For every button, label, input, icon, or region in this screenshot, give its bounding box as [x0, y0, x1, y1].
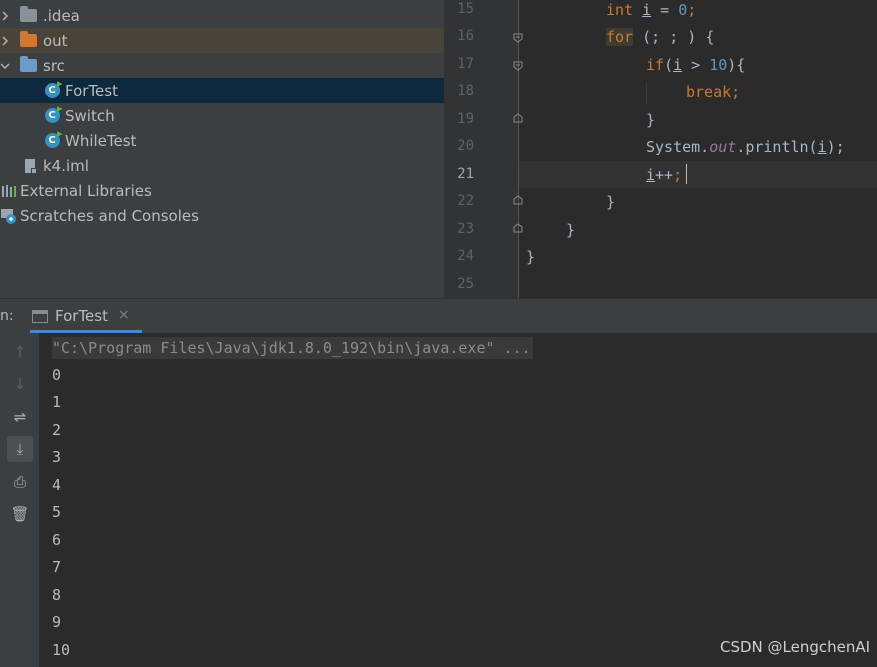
- console-command-line: "C:\Program Files\Java\jdk1.8.0_192\bin\…: [52, 337, 533, 359]
- java-class-icon: C: [43, 107, 61, 125]
- project-tree: .idea out src C ForTest C Switch C While…: [0, 0, 444, 298]
- run-panel-header: n: ForTest ×: [0, 298, 877, 334]
- console-output-line: 7: [52, 558, 62, 576]
- console-output[interactable]: "C:\Program Files\Java\jdk1.8.0_192\bin\…: [39, 333, 877, 667]
- tree-item-label: .idea: [43, 6, 80, 25]
- line-number: 23: [457, 221, 474, 237]
- tree-item-label: WhileTest: [65, 131, 137, 150]
- tree-item-label: src: [43, 56, 65, 75]
- libraries-icon: [0, 182, 18, 200]
- fold-end-icon[interactable]: [513, 113, 523, 123]
- console-output-line: 2: [52, 421, 62, 439]
- line-number: 19: [457, 111, 474, 127]
- tree-item-src[interactable]: src: [0, 53, 444, 78]
- tree-item-label: External Libraries: [20, 181, 152, 200]
- folder-icon: [19, 31, 37, 50]
- code-line-17: if(i > 10){: [646, 56, 746, 74]
- print-icon[interactable]: ⎙: [7, 469, 33, 495]
- console-output-line: 0: [52, 366, 62, 384]
- indent-guide: [646, 82, 647, 104]
- tree-item-label: out: [43, 31, 68, 50]
- run-tab-label: ForTest: [55, 307, 108, 325]
- console-output-line: 3: [52, 448, 62, 466]
- code-line-19: }: [646, 111, 656, 129]
- code-line-16: for (; ; ) {: [606, 28, 715, 46]
- code-line-23: }: [566, 221, 576, 239]
- tree-item-label: Scratches and Consoles: [20, 206, 199, 225]
- tree-item-switch[interactable]: C Switch: [0, 103, 444, 128]
- tree-item-fortest[interactable]: C ForTest: [0, 78, 444, 103]
- run-tab-fortest[interactable]: ForTest ×: [30, 299, 142, 333]
- code-editor[interactable]: 15 16 17 18 19 20 21 22 23 24 25 int i =…: [444, 0, 877, 298]
- code-line-22: }: [606, 193, 616, 211]
- code-line-24: }: [526, 248, 536, 266]
- chevron-down-icon[interactable]: [0, 61, 10, 71]
- code-line-15: int i = 0;: [606, 1, 697, 19]
- fold-end-icon[interactable]: [513, 223, 523, 233]
- console-icon: [32, 310, 48, 323]
- up-arrow-icon[interactable]: ↑: [7, 339, 33, 365]
- chevron-right-icon[interactable]: [0, 35, 10, 46]
- console-output-line: 10: [52, 641, 71, 659]
- line-number: 20: [457, 138, 474, 154]
- line-number-current: 21: [457, 166, 474, 182]
- fold-end-icon[interactable]: [513, 195, 523, 205]
- tree-item-out[interactable]: out: [0, 28, 444, 53]
- tree-item-k4-iml[interactable]: k4.iml: [0, 153, 444, 178]
- tree-item-label: ForTest: [65, 81, 118, 100]
- current-line-highlight: [519, 161, 877, 188]
- console-output-line: 9: [52, 613, 62, 631]
- tree-item-label: k4.iml: [43, 156, 89, 175]
- run-panel-title: n:: [0, 308, 14, 324]
- folder-icon: [19, 56, 37, 75]
- java-class-icon: C: [43, 82, 61, 100]
- tree-item-label: Switch: [65, 106, 115, 125]
- fold-open-icon[interactable]: [513, 33, 523, 43]
- console-output-line: 5: [52, 503, 62, 521]
- line-number: 18: [457, 83, 474, 99]
- folder-icon: [19, 6, 37, 25]
- line-number: 25: [457, 276, 474, 292]
- chevron-right-icon[interactable]: [0, 10, 10, 21]
- console-output-line: 8: [52, 586, 62, 604]
- line-number: 24: [457, 248, 474, 264]
- console-output-line: 4: [52, 476, 62, 494]
- tree-item-idea[interactable]: .idea: [0, 3, 444, 28]
- fold-open-icon[interactable]: [513, 61, 523, 71]
- code-line-21: i++;: [646, 166, 683, 184]
- down-arrow-icon[interactable]: ↓: [7, 371, 33, 397]
- text-caret: [686, 164, 687, 184]
- soft-wrap-icon[interactable]: ⇌: [7, 404, 33, 430]
- line-number: 17: [457, 56, 474, 72]
- scratches-icon: [0, 207, 18, 225]
- tree-item-external-libraries[interactable]: External Libraries: [0, 178, 444, 203]
- line-number: 22: [457, 193, 474, 209]
- line-number: 16: [457, 28, 474, 44]
- line-number: 15: [457, 1, 474, 17]
- watermark-text: CSDN @LengchenAI: [720, 638, 871, 656]
- console-output-line: 6: [52, 531, 62, 549]
- console-output-line: 1: [52, 393, 62, 411]
- code-line-20: System.out.println(i);: [646, 138, 845, 156]
- scroll-to-end-icon[interactable]: ⤓: [7, 436, 33, 462]
- trash-icon[interactable]: 🗑: [7, 501, 33, 527]
- gutter-separator: [518, 0, 519, 298]
- console-toolbar: ↑ ↓ ⇌ ⤓ ⎙ 🗑: [0, 333, 39, 667]
- code-line-18: break;: [686, 83, 741, 101]
- java-class-icon: C: [43, 132, 61, 150]
- tree-item-whiletest[interactable]: C WhileTest: [0, 128, 444, 153]
- close-icon[interactable]: ×: [118, 307, 130, 323]
- iml-file-icon: [21, 157, 39, 175]
- tree-item-scratches[interactable]: Scratches and Consoles: [0, 203, 444, 228]
